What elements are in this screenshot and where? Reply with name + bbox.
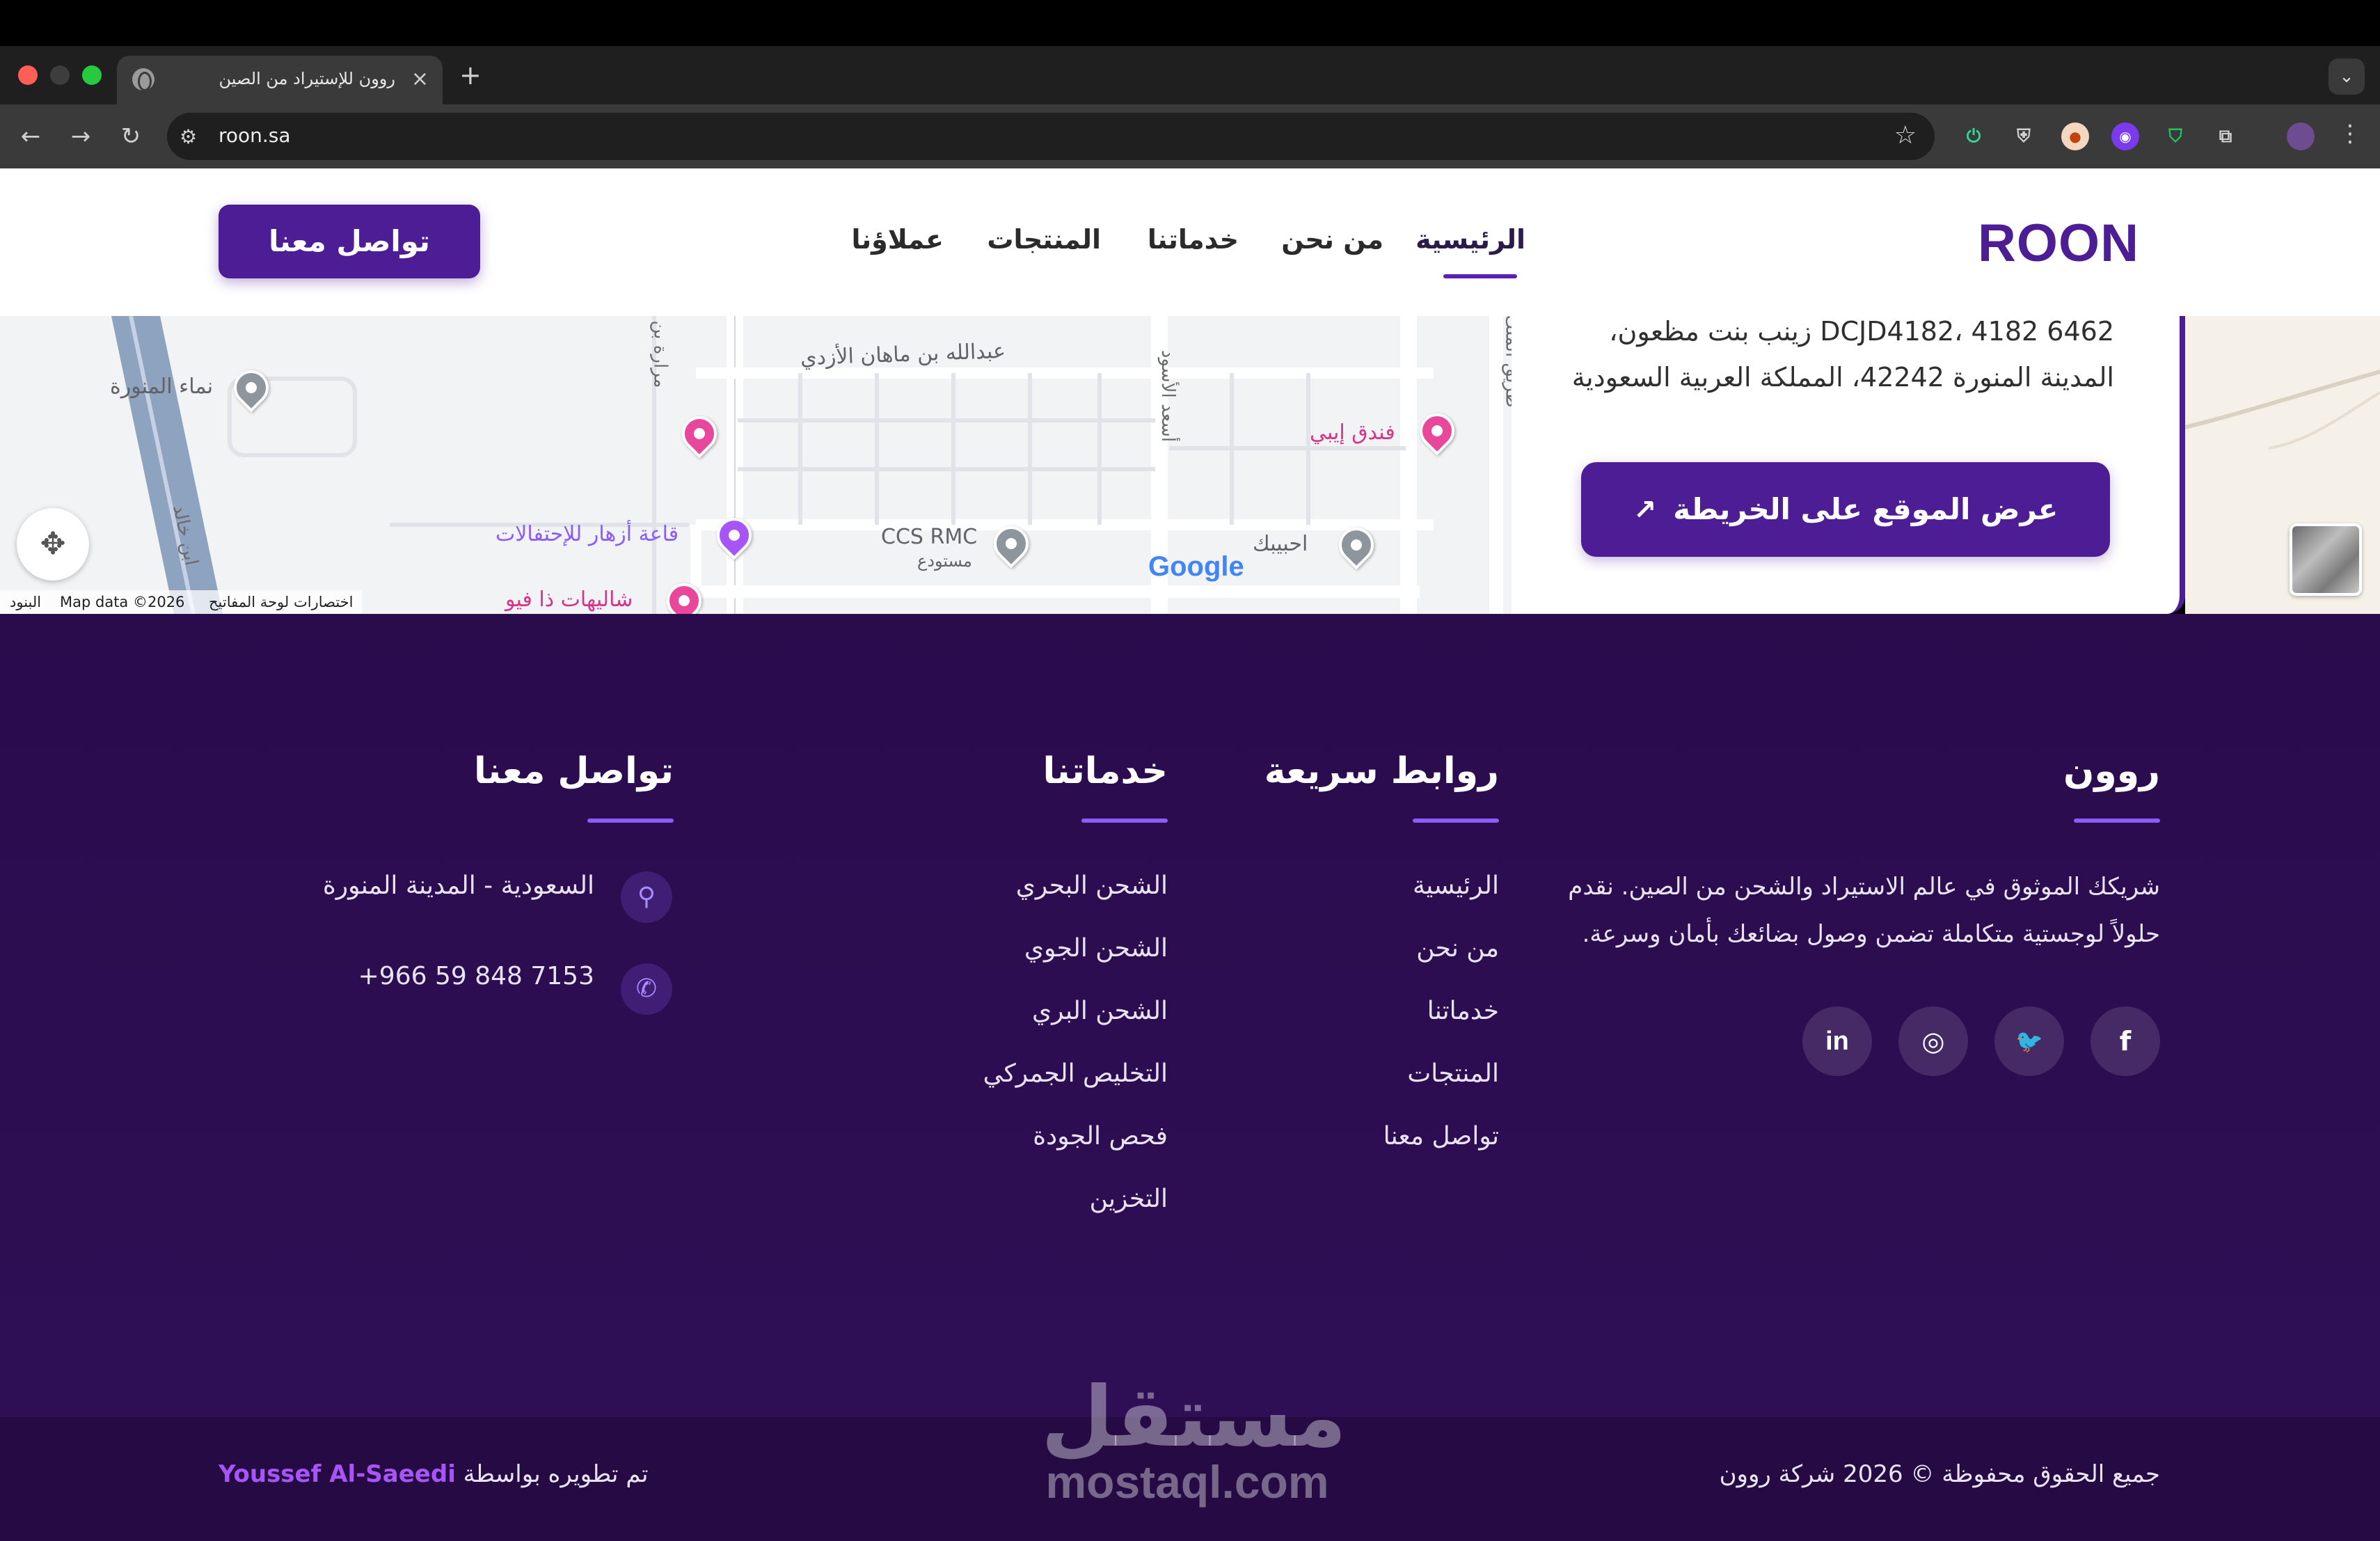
instagram-icon[interactable]: ◎ (1898, 1006, 1968, 1076)
globe-icon (132, 68, 154, 91)
contact-us-button[interactable]: تواصل معنا (219, 205, 480, 278)
map-data-credit: Map data ©2026 (60, 594, 185, 610)
extension-vpn-icon[interactable]: ◉ (2111, 123, 2139, 150)
footer-service-customs[interactable]: التخليص الجمركي (983, 1059, 1168, 1088)
map-label-warehouse: مستودع (917, 551, 972, 571)
map-road-king: طريق الملك (1501, 316, 1512, 408)
twitter-icon[interactable]: 🐦 (1994, 1006, 2064, 1076)
developer-name[interactable]: Youssef Al-Saeedi (219, 1460, 456, 1488)
map-label-azhar[interactable]: قاعة أزهار للإحتفالات (495, 522, 679, 546)
google-logo: Google (1148, 551, 1244, 583)
map-terms-link[interactable]: البنود (10, 590, 41, 614)
footer-about-text: شريكك الموثوق في عالم الاستيراد والشحن م… (1568, 873, 2160, 948)
footer-contact-underline (587, 819, 674, 823)
footer-link-products[interactable]: المنتجات (1407, 1059, 1499, 1088)
footer-service-storage[interactable]: التخزين (1090, 1185, 1168, 1213)
nav-home[interactable]: الرئيسية (1415, 224, 1525, 255)
footer-link-home[interactable]: الرئيسية (1413, 871, 1499, 900)
forward-arrow-icon[interactable]: → (64, 120, 97, 153)
map-shortcuts-link[interactable]: اختصارات لوحة المفاتيح (209, 590, 353, 614)
facebook-icon[interactable]: f (2091, 1006, 2160, 1076)
footer-contact-title: تواصل معنا (473, 750, 674, 792)
extension-shield-icon[interactable]: ⛨ (2010, 123, 2038, 150)
footer-quick-links-title: روابط سريعة (1264, 750, 1499, 792)
nav-about[interactable]: من نحن (1281, 224, 1383, 255)
watermark-latin: mostaql.com (1045, 1456, 1329, 1508)
nav-services[interactable]: خدماتنا (1148, 224, 1239, 255)
footer-service-land[interactable]: الشحن البري (1032, 997, 1168, 1025)
location-pin-icon: ⚲ (621, 871, 672, 923)
close-window-button[interactable] (18, 65, 38, 85)
nav-products[interactable]: المنتجات (987, 224, 1101, 255)
site-settings-icon[interactable]: ⚙ (180, 125, 197, 148)
screen: روون للإستيراد من الصين × + ⌄ ← → ↻ ⚙ ro… (0, 0, 2380, 1541)
site-header: ROON الرئيسية من نحن خدماتنا المنتجات عم… (0, 168, 2380, 316)
back-arrow-icon[interactable]: ← (14, 120, 47, 153)
extensions-puzzle-icon[interactable]: ⧉ (2212, 123, 2239, 150)
google-map[interactable]: نماء المنورة عبدالله بن ماهان الأزدي فند… (0, 316, 1512, 614)
map-pan-control-icon[interactable]: ✥ (17, 508, 89, 580)
developer-credit: تم تطويره بواسطة Youssef Al-Saeedi (219, 1460, 648, 1488)
url-text[interactable]: roon.sa (219, 124, 291, 147)
logo[interactable]: ROON (1978, 213, 2139, 274)
address-bar[interactable]: ⚙ roon.sa ☆ (167, 113, 1935, 160)
extension-power-icon[interactable]: ⏻ (1960, 123, 1988, 150)
footer-phone[interactable]: +966 59 848 7153 (358, 962, 594, 990)
profile-avatar-icon[interactable] (2287, 123, 2315, 150)
extension-badge-icon[interactable]: ● (2061, 123, 2089, 150)
phone-icon: ✆ (621, 963, 672, 1015)
active-nav-indicator (1443, 274, 1517, 278)
footer-service-quality[interactable]: فحص الجودة (1033, 1122, 1168, 1151)
map-label-ccs[interactable]: CCS RMC (881, 525, 977, 549)
macos-top-bar (0, 0, 2380, 46)
tab-search-button[interactable]: ⌄ (2329, 58, 2365, 95)
external-link-icon: ↗ (1633, 494, 1657, 526)
close-icon[interactable]: × (411, 65, 429, 93)
footer-service-air[interactable]: الشحن الجوي (1024, 934, 1168, 963)
footer-quick-links-underline (1413, 819, 1499, 823)
map-attribution: البنود Map data ©2026 اختصارات لوحة المف… (0, 590, 362, 614)
footer-services-title: خدماتنا (1042, 750, 1168, 792)
developer-credit-label: تم تطويره بواسطة (463, 1460, 649, 1488)
mostaql-watermark: مستقل mostaql.com (1041, 1369, 1347, 1512)
google-logo-text: Google (1148, 551, 1244, 582)
maximize-window-button[interactable] (82, 65, 102, 85)
nav-clients[interactable]: عملاؤنا (852, 224, 944, 255)
new-tab-button[interactable]: + (459, 61, 482, 89)
address-line-2: المدينة المنورة 42242، المملكة العربية ا… (1571, 362, 2114, 393)
browser-tab[interactable]: روون للإستيراد من الصين × (117, 56, 443, 104)
reload-icon[interactable]: ↻ (114, 120, 148, 153)
view-on-map-button[interactable]: عرض الموقع على الخريطة ↗ (1581, 462, 2110, 557)
map-roads (0, 316, 1512, 614)
tab-title: روون للإستيراد من الصين (219, 69, 395, 88)
map-road-marah: مرارة بن (649, 320, 671, 388)
map-road-asad: أسعد الأسود (1157, 349, 1179, 443)
map-label-namaa[interactable]: نماء المنورة (110, 374, 213, 399)
footer-service-sea[interactable]: الشحن البحري (1016, 871, 1168, 900)
map-label-shalihat[interactable]: شاليهات ذا فيو (505, 587, 633, 612)
footer-link-services[interactable]: خدماتنا (1427, 997, 1499, 1025)
linkedin-icon[interactable]: in (1802, 1006, 1872, 1076)
minimize-window-button[interactable] (50, 65, 70, 85)
footer-about-underline (2074, 819, 2160, 823)
footer-about-title: روون (2063, 750, 2160, 792)
watermark-arabic: مستقل (1041, 1369, 1347, 1466)
map-label-habibak[interactable]: احبيبك (1253, 532, 1308, 556)
footer-link-about[interactable]: من نحن (1416, 934, 1499, 963)
footer-address: السعودية - المدينة المنورة (322, 871, 594, 900)
map-label-hotel[interactable]: فندق إيبي (1310, 420, 1395, 445)
site-footer: روون شريكك الموثوق في عالم الاستيراد وال… (0, 614, 2380, 1417)
location-card: DCJD4182، 4182 6462 زينب بنت مظعون، المد… (1512, 316, 2185, 614)
footer-services-underline (1081, 819, 1168, 823)
map-edge-strip (2185, 316, 2380, 614)
footer-link-contact[interactable]: تواصل معنا (1383, 1122, 1499, 1151)
address-line-1: DCJD4182، 4182 6462 زينب بنت مظعون، (1609, 316, 2114, 347)
extension-adblock-icon[interactable]: ⛉ (2161, 123, 2189, 150)
menu-dots-icon[interactable]: ⋮ (2338, 120, 2362, 148)
bookmark-star-icon[interactable]: ☆ (1894, 121, 1917, 150)
copyright-text: جميع الحقوق محفوظة © 2026 شركة روون (1719, 1460, 2160, 1488)
view-on-map-label: عرض الموقع على الخريطة (1673, 492, 2058, 526)
satellite-view-toggle[interactable] (2290, 523, 2362, 596)
